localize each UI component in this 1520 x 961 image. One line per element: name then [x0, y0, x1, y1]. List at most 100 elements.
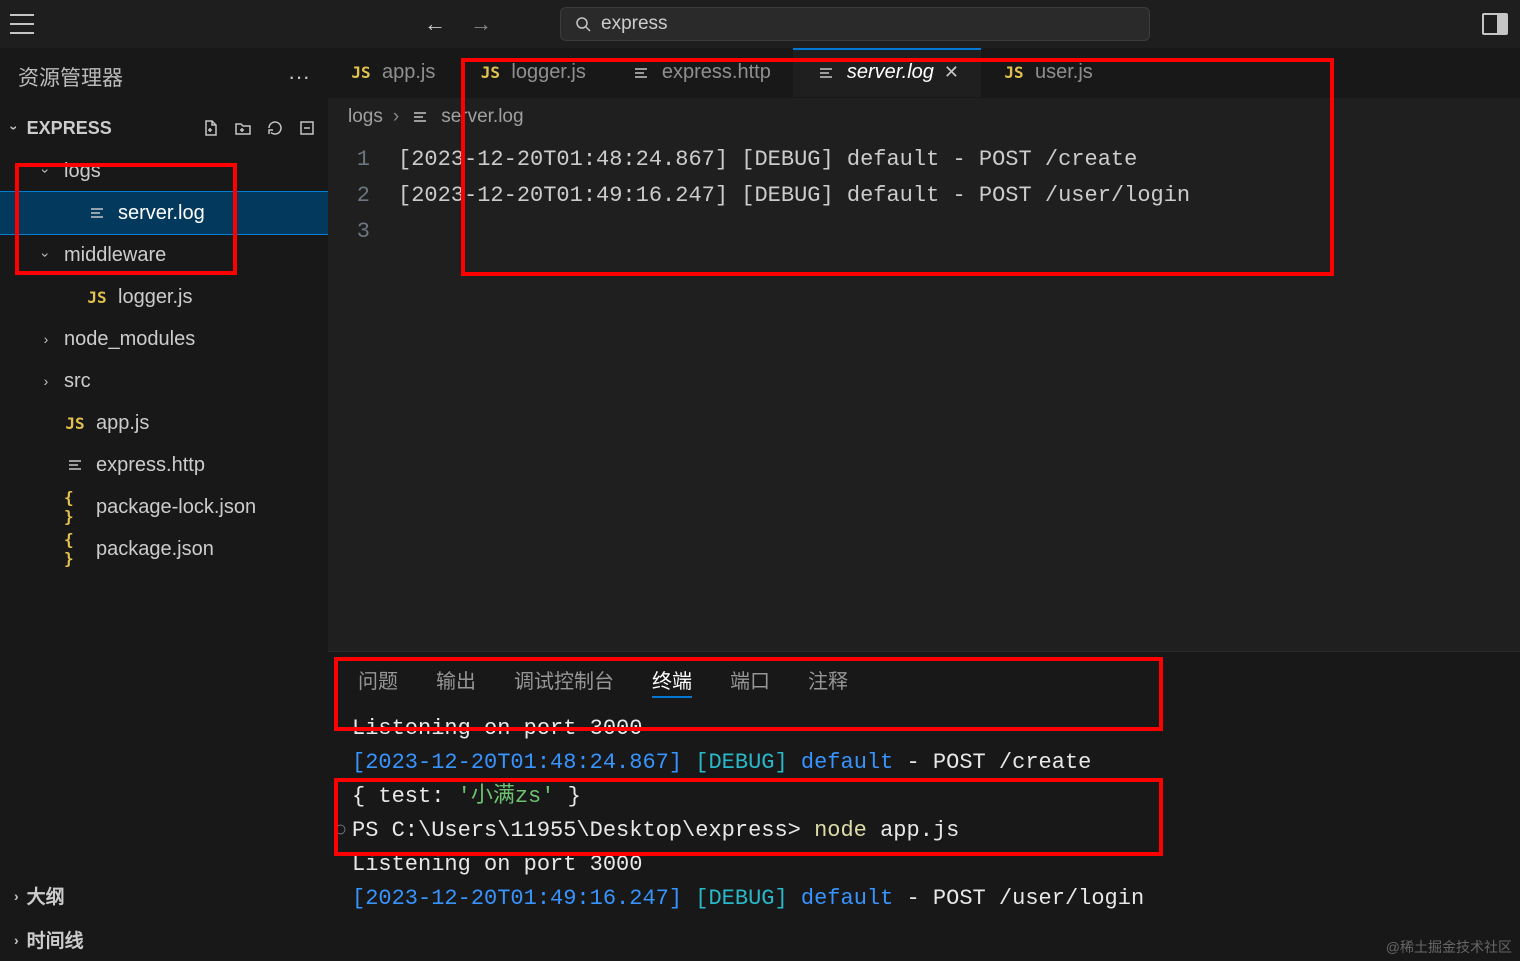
chevron-right-icon: › [393, 106, 399, 128]
tree-item[interactable]: { } package.json [0, 528, 328, 570]
editor-tab[interactable]: JS user.js [981, 48, 1115, 97]
new-file-icon[interactable] [202, 119, 220, 137]
tab-debug-console[interactable]: 调试控制台 [514, 652, 614, 706]
tree-item-label: server.log [118, 202, 205, 225]
breadcrumb[interactable]: logs › server.log [328, 98, 1520, 136]
chevron-right-icon: › [38, 331, 54, 347]
terminal-line: [2023-12-20T01:49:16.247] [DEBUG] defaul… [352, 882, 1520, 916]
file-tree: › logs server.log › middleware JS logger.js › no… [0, 150, 328, 873]
tree-item-label: middleware [64, 244, 166, 267]
chevron-down-icon: › [38, 163, 54, 179]
tree-item-label: express.http [96, 454, 205, 477]
terminal-line: Listening on port 3000 [352, 712, 1520, 746]
breadcrumb-item[interactable]: logs [348, 106, 383, 128]
tree-item[interactable]: › logs [0, 150, 328, 192]
tab-problems[interactable]: 问题 [358, 652, 398, 706]
tab-label: server.log [847, 61, 934, 84]
tree-item-label: node_modules [64, 328, 195, 351]
timeline-section[interactable]: › 时间线 [0, 917, 328, 961]
file-icon [64, 457, 86, 473]
search-icon [575, 16, 591, 32]
terminal-line: Listening on port 3000 [352, 848, 1520, 882]
refresh-icon[interactable] [266, 119, 284, 137]
js-icon: JS [64, 414, 86, 433]
tree-item-label: src [64, 370, 91, 393]
nav-back-icon[interactable]: ← [424, 11, 446, 37]
more-icon[interactable]: ··· [288, 64, 310, 90]
tree-item-label: package.json [96, 538, 214, 561]
explorer-header: 资源管理器 ··· [0, 48, 328, 106]
tree-item[interactable]: { } package-lock.json [0, 486, 328, 528]
terminal-line: ○PS C:\Users\11955\Desktop\express> node… [352, 814, 1520, 848]
tree-item[interactable]: JS app.js [0, 402, 328, 444]
tab-output[interactable]: 输出 [436, 652, 476, 706]
chevron-right-icon: › [38, 373, 54, 389]
file-icon [815, 65, 837, 81]
tree-item[interactable]: server.log [0, 192, 328, 234]
editor-tab[interactable]: server.log ✕ [793, 48, 981, 97]
tab-terminal[interactable]: 终端 [652, 652, 692, 706]
js-icon: JS [1003, 63, 1025, 82]
json-icon: { } [64, 530, 86, 568]
project-name: EXPRESS [27, 118, 112, 139]
bottom-panel: 问题 输出 调试控制台 终端 端口 注释 Listening on port 3… [328, 651, 1520, 961]
command-search[interactable]: express [560, 7, 1150, 41]
tab-annotations[interactable]: 注释 [808, 652, 848, 706]
breadcrumb-item[interactable]: server.log [441, 106, 523, 128]
watermark: @稀土掘金技术社区 [1386, 937, 1512, 957]
terminal-line: [2023-12-20T01:48:24.867] [DEBUG] defaul… [352, 746, 1520, 780]
js-icon: JS [350, 63, 372, 82]
close-icon[interactable]: ✕ [944, 62, 959, 83]
chevron-down-icon: › [6, 126, 22, 131]
terminal-line: ​ [352, 916, 1520, 950]
file-icon [630, 65, 652, 81]
tree-item-label: logger.js [118, 286, 193, 309]
explorer-title: 资源管理器 [18, 62, 123, 92]
tree-item[interactable]: › src [0, 360, 328, 402]
tab-label: logger.js [511, 61, 586, 84]
tab-label: express.http [662, 61, 771, 84]
file-icon [409, 109, 431, 125]
tab-label: user.js [1035, 61, 1093, 84]
js-icon: JS [86, 288, 108, 307]
js-icon: JS [479, 63, 501, 82]
tree-item[interactable]: › middleware [0, 234, 328, 276]
terminal-output[interactable]: Listening on port 3000[2023-12-20T01:48:… [328, 706, 1520, 961]
hamburger-menu-icon[interactable] [8, 10, 36, 38]
tree-item-label: package-lock.json [96, 496, 256, 519]
terminal-line: { test: '小满zs' } [352, 780, 1520, 814]
collapse-icon[interactable] [298, 119, 316, 137]
editor-tab[interactable]: JS app.js [328, 48, 457, 97]
explorer-sidebar: 资源管理器 ··· › EXPRESS › logs server.log › midd… [0, 48, 328, 961]
json-icon: { } [64, 488, 86, 526]
prompt-indicator-icon: ○ [334, 814, 347, 848]
nav-forward-icon[interactable]: → [470, 11, 492, 37]
tree-item[interactable]: JS logger.js [0, 276, 328, 318]
project-section[interactable]: › EXPRESS [0, 106, 328, 150]
panel-tabs: 问题 输出 调试控制台 终端 端口 注释 [328, 652, 1520, 706]
code-content[interactable]: [2023-12-20T01:48:24.867] [DEBUG] defaul… [398, 142, 1190, 651]
search-value: express [601, 13, 668, 35]
tree-item-label: logs [64, 160, 101, 183]
outline-label: 大纲 [27, 882, 65, 909]
toggle-layout-icon[interactable] [1482, 13, 1508, 35]
editor-area: JS app.js JS logger.js express.http server.lo… [328, 48, 1520, 961]
outline-section[interactable]: › 大纲 [0, 873, 328, 917]
timeline-label: 时间线 [27, 926, 84, 953]
code-editor[interactable]: 123 [2023-12-20T01:48:24.867] [DEBUG] de… [328, 136, 1520, 651]
editor-tab[interactable]: JS logger.js [457, 48, 608, 97]
tree-item[interactable]: express.http [0, 444, 328, 486]
line-gutter: 123 [328, 142, 398, 651]
tree-item-label: app.js [96, 412, 149, 435]
tab-ports[interactable]: 端口 [730, 652, 770, 706]
tree-item[interactable]: › node_modules [0, 318, 328, 360]
tab-label: app.js [382, 61, 435, 84]
file-icon [86, 205, 108, 221]
chevron-right-icon: › [14, 888, 19, 904]
chevron-right-icon: › [14, 932, 19, 948]
titlebar: ← → express [0, 0, 1520, 48]
editor-tabs: JS app.js JS logger.js express.http server.lo… [328, 48, 1520, 98]
new-folder-icon[interactable] [234, 119, 252, 137]
editor-tab[interactable]: express.http [608, 48, 793, 97]
chevron-down-icon: › [38, 247, 54, 263]
